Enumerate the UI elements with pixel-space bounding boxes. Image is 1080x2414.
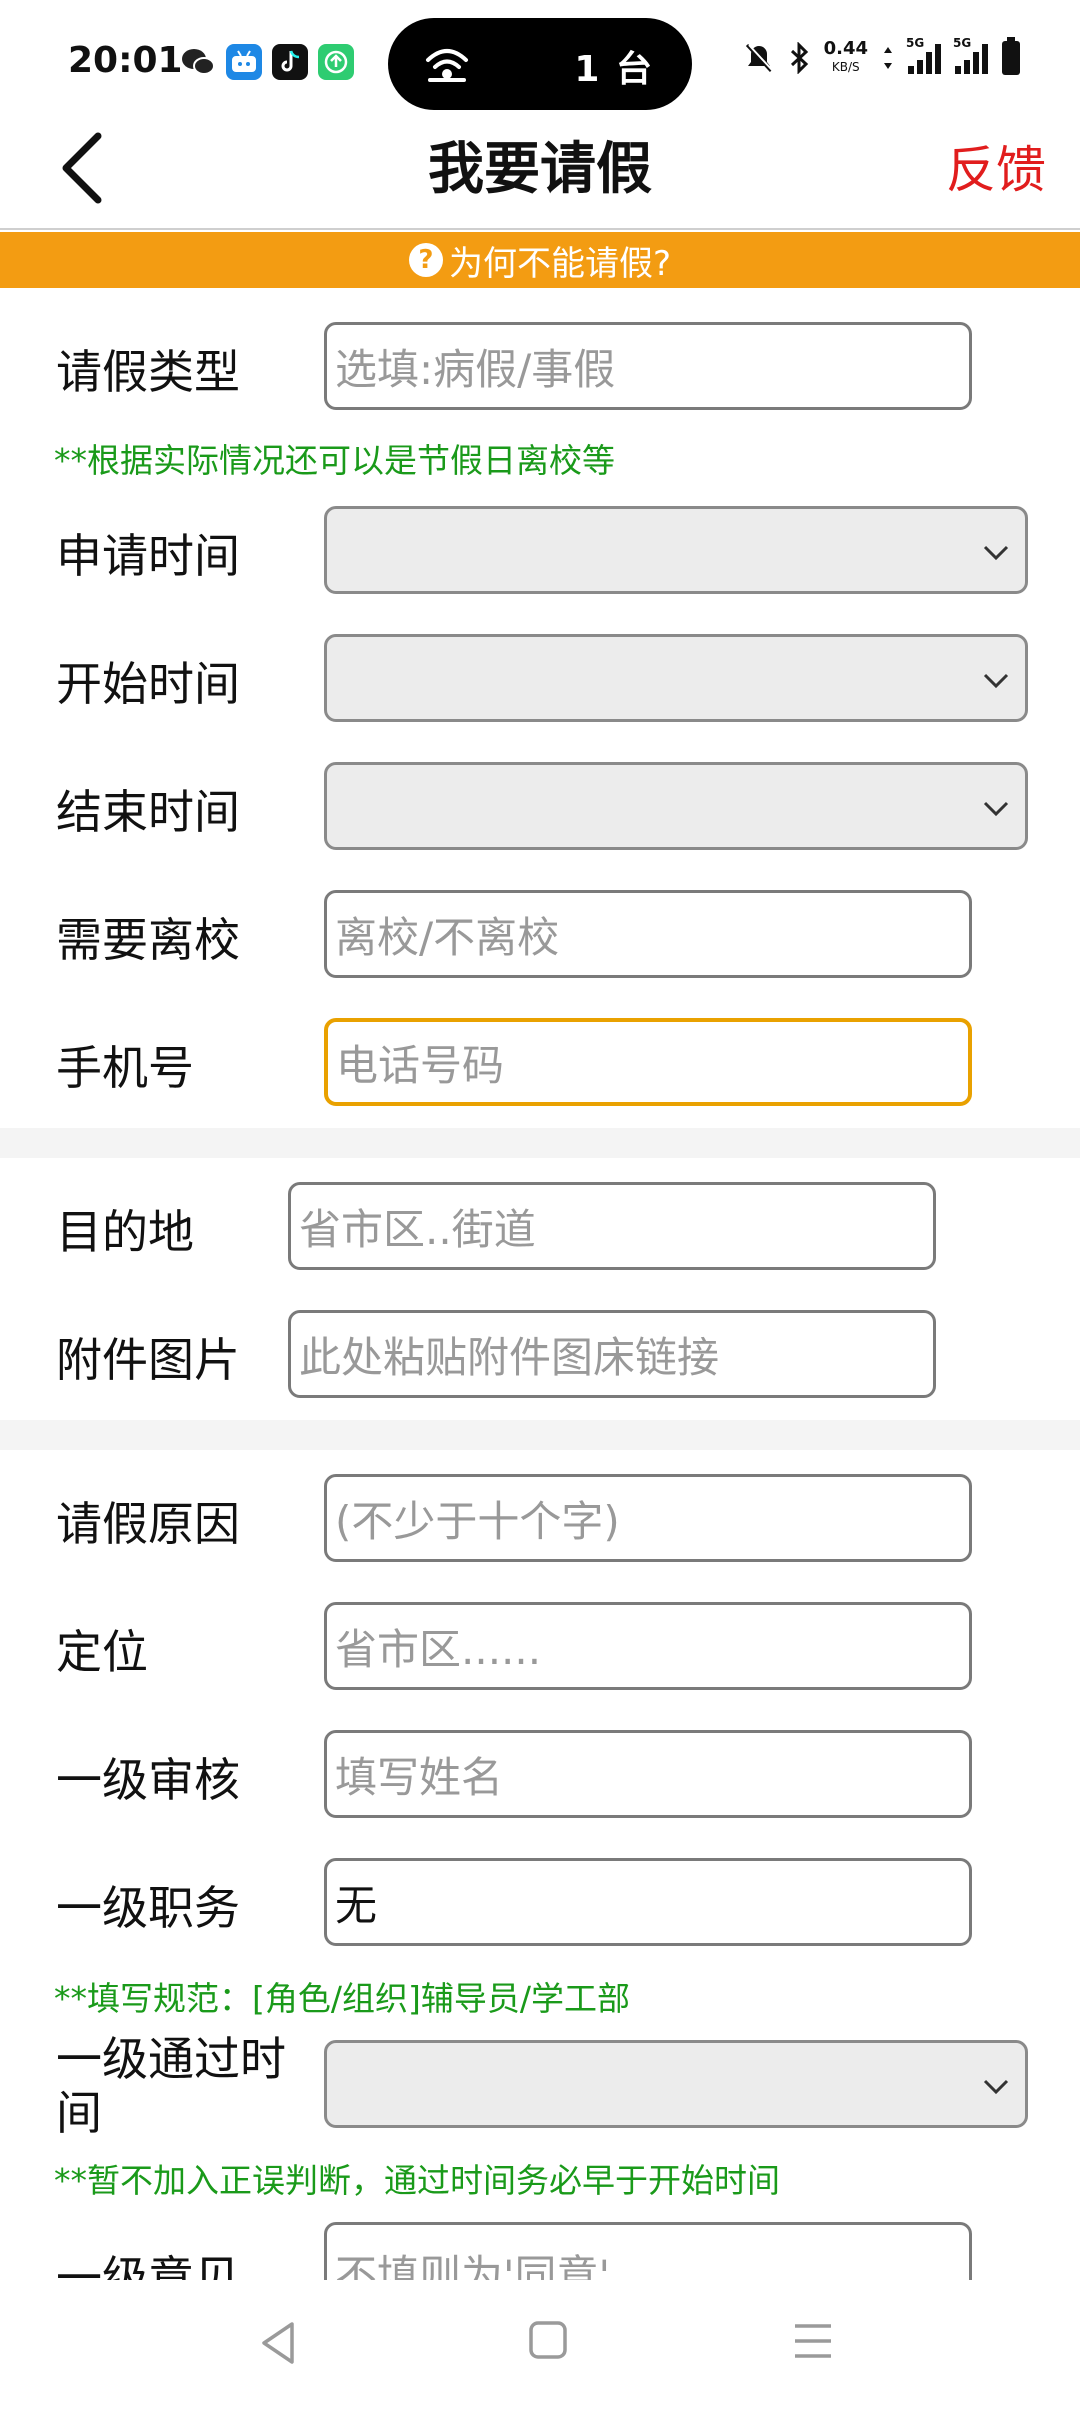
bilibili-icon [226, 44, 262, 80]
system-nav-bar [0, 2280, 1080, 2414]
reason-row: 请假原因 (不少于十个字) [0, 1474, 1080, 1562]
end-time-select[interactable] [324, 762, 1028, 850]
start-time-select[interactable] [324, 634, 1028, 722]
upload-icon [318, 44, 354, 80]
reviewer1-pass-time-note: **暂不加入正误判断，通过时间务必早于开始时间 [54, 2161, 780, 2200]
status-bar: 20:01 1 台 0.44 KB/S 5G 5G [0, 0, 1080, 120]
leave-type-label: 请假类型 [56, 345, 240, 399]
reviewer1-label: 一级审核 [56, 1753, 240, 1807]
reviewer1-title-note: **填写规范：[角色/组织]辅导员/学工部 [54, 1979, 630, 2018]
phone-label: 手机号 [56, 1041, 194, 1095]
leave-type-note: **根据实际情况还可以是节假日离校等 [54, 441, 615, 480]
attachment-label: 附件图片 [56, 1333, 240, 1387]
nav-back-icon[interactable] [258, 2320, 300, 2366]
chevron-down-icon [983, 2079, 1009, 2095]
section-divider [0, 1420, 1080, 1450]
wechat-icon [180, 44, 216, 80]
location-row: 定位 省市区...... [0, 1602, 1080, 1690]
reviewer1-pass-time-select[interactable] [324, 2040, 1028, 2128]
battery-icon [1002, 37, 1020, 75]
leave-type-input[interactable]: 选填:病假/事假 [324, 322, 972, 410]
nav-home-icon[interactable] [528, 2320, 568, 2360]
reviewer1-pass-time-label: 一级通过时间 [56, 2032, 286, 2140]
phone-input[interactable]: 电话号码 [324, 1018, 972, 1106]
reviewer1-row: 一级审核 填写姓名 [0, 1730, 1080, 1818]
destination-row: 目的地 省市区..街道 [0, 1182, 1080, 1270]
start-time-row: 开始时间 [0, 634, 1080, 722]
banner-text: 为何不能请假? [448, 243, 672, 284]
section-divider [0, 1128, 1080, 1158]
chevron-down-icon [983, 673, 1009, 689]
hotspot-device-count: 1 台 [574, 49, 654, 90]
reason-input[interactable]: (不少于十个字) [324, 1474, 972, 1562]
reviewer1-opinion-label: 一级意见 [56, 2251, 240, 2280]
end-time-label: 结束时间 [56, 785, 240, 839]
nav-menu-icon[interactable] [792, 2320, 834, 2362]
apply-time-row: 申请时间 [0, 506, 1080, 594]
system-status: 0.44 KB/S 5G 5G [744, 36, 1020, 76]
reviewer1-opinion-row: 一级意见 不填则为'同意' [0, 2222, 1080, 2280]
chevron-down-icon [983, 545, 1009, 561]
destination-label: 目的地 [56, 1205, 194, 1259]
reviewer1-title-label: 一级职务 [56, 1881, 240, 1935]
attachment-input[interactable]: 此处粘贴附件图床链接 [288, 1310, 936, 1398]
phone-row: 手机号 电话号码 [0, 1018, 1080, 1106]
attachment-row: 附件图片 此处粘贴附件图床链接 [0, 1310, 1080, 1398]
leave-school-input[interactable]: 离校/不离校 [324, 890, 972, 978]
tiktok-icon [272, 44, 308, 80]
start-time-label: 开始时间 [56, 657, 240, 711]
reviewer1-title-row: 一级职务 无 [0, 1858, 1080, 1946]
status-time: 20:01 [68, 40, 183, 81]
reviewer1-input[interactable]: 填写姓名 [324, 1730, 972, 1818]
bluetooth-icon [790, 42, 808, 74]
apply-time-select[interactable] [324, 506, 1028, 594]
feedback-button[interactable]: 反馈 [946, 130, 1046, 202]
leave-school-label: 需要离校 [56, 913, 240, 967]
question-icon: ? [408, 243, 443, 277]
nav-bar: 我要请假 反馈 [0, 110, 1080, 230]
chevron-down-icon [983, 801, 1009, 817]
mute-bell-icon [745, 43, 774, 73]
page-title: 我要请假 [428, 137, 652, 202]
reason-label: 请假原因 [56, 1497, 240, 1551]
data-arrows-icon [884, 47, 892, 69]
notification-icons [180, 44, 354, 80]
reviewer1-pass-time-row: 一级通过时间 [0, 2032, 1080, 2140]
leave-school-row: 需要离校 离校/不离校 [0, 890, 1080, 978]
reviewer1-opinion-input[interactable]: 不填则为'同意' [324, 2222, 972, 2280]
location-input[interactable]: 省市区...... [324, 1602, 972, 1690]
network-speed: 0.44 KB/S [823, 38, 868, 75]
signal-icon: 5G [906, 36, 941, 74]
leave-type-row: 请假类型 选填:病假/事假 [0, 322, 1080, 410]
destination-input[interactable]: 省市区..街道 [288, 1182, 936, 1270]
reviewer1-title-input[interactable]: 无 [324, 1858, 972, 1946]
hotspot-icon [426, 49, 468, 82]
why-cannot-leave-banner[interactable]: ? 为何不能请假? [0, 232, 1080, 288]
signal-icon: 5G [953, 36, 988, 74]
apply-time-label: 申请时间 [56, 529, 240, 583]
location-label: 定位 [56, 1625, 148, 1679]
end-time-row: 结束时间 [0, 762, 1080, 850]
dynamic-island: 1 台 [388, 18, 692, 110]
